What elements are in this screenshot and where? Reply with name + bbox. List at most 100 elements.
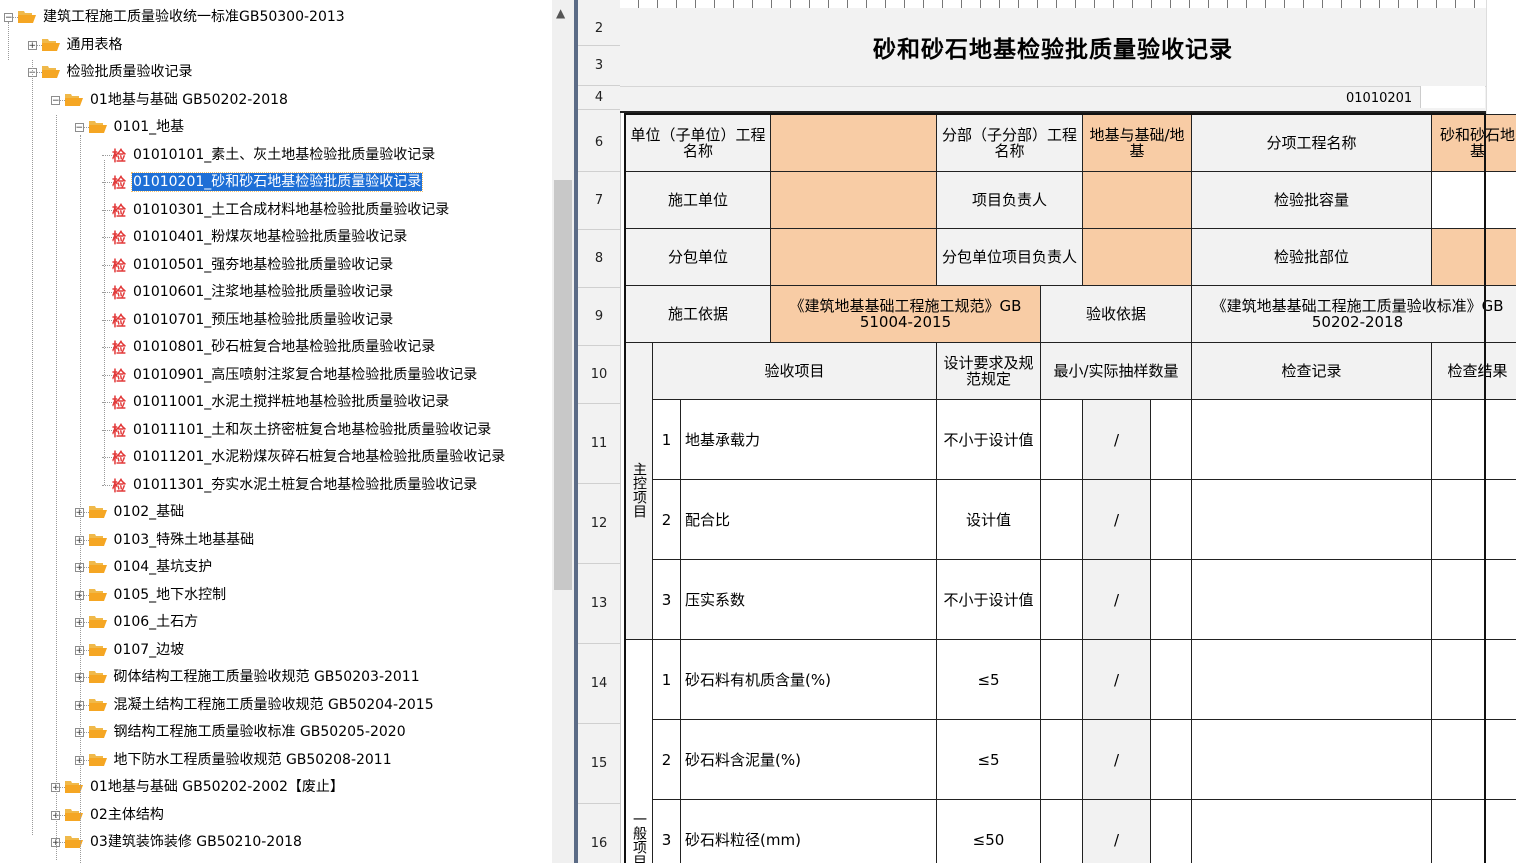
actual-sample-cell[interactable] bbox=[1150, 639, 1193, 720]
actual-sample-cell[interactable] bbox=[1150, 559, 1193, 640]
tree-item-label[interactable]: 混凝土结构工程施工质量验收规范 GB50204-2015 bbox=[113, 696, 435, 714]
collapse-icon[interactable]: − bbox=[4, 13, 13, 23]
expand-icon[interactable]: + bbox=[74, 755, 84, 765]
tree-item-folder[interactable]: + 地下防水工程质量验收规范 GB50208-2011 bbox=[0, 749, 552, 771]
subcontractor-cell[interactable] bbox=[770, 228, 937, 286]
tree-item-label[interactable]: 01010201_砂和砂石地基检验批质量验收记录 bbox=[130, 172, 424, 192]
tree-item-label[interactable]: 01010301_土工合成材料地基检验批质量验收记录 bbox=[132, 201, 450, 219]
min-sample-cell[interactable] bbox=[1039, 719, 1084, 800]
tree-item-folder[interactable]: +02主体结构 bbox=[0, 804, 552, 826]
code-input-cell[interactable] bbox=[1420, 86, 1485, 108]
row-number[interactable]: 16 bbox=[578, 804, 620, 863]
record-cell[interactable] bbox=[1191, 639, 1433, 720]
tree-item-form[interactable]: 检 01011101_土和灰土挤密桩复合地基检验批质量验收记录 bbox=[0, 419, 552, 441]
tree-item-label[interactable]: 01010701_预压地基检验批质量验收记录 bbox=[132, 311, 394, 329]
tree-item-label[interactable]: 0101_地基 bbox=[113, 118, 186, 136]
tree-item-folder[interactable]: − 0101_地基 bbox=[0, 116, 552, 138]
expand-icon[interactable]: + bbox=[74, 618, 84, 628]
tree-item-label[interactable]: 建筑工程施工质量验收统一标准GB50300-2013 bbox=[42, 8, 346, 26]
tree-item-folder[interactable]: + 混凝土结构工程施工质量验收规范 GB50204-2015 bbox=[0, 694, 552, 716]
row-number[interactable]: 9 bbox=[578, 288, 620, 346]
tree-item-label[interactable]: 01地基与基础 GB50202-2018 bbox=[89, 91, 289, 109]
tree-item-label[interactable]: 01011301_夯实水泥土桩复合地基检验批质量验收记录 bbox=[132, 476, 478, 494]
expand-icon[interactable]: + bbox=[74, 728, 84, 738]
record-cell[interactable] bbox=[1191, 399, 1433, 480]
tree-item-folder[interactable]: +0103_特殊土地基基础 bbox=[0, 529, 552, 551]
tree-item-label[interactable]: 01010601_注浆地基检验批质量验收记录 bbox=[132, 283, 394, 301]
batch-capacity-cell[interactable] bbox=[1431, 171, 1516, 229]
row-number[interactable]: 11 bbox=[578, 404, 620, 484]
min-sample-cell[interactable] bbox=[1039, 639, 1084, 720]
tree-item-label[interactable]: 01010801_砂石桩复合地基检验批质量验收记录 bbox=[132, 338, 436, 356]
min-sample-cell[interactable] bbox=[1039, 799, 1084, 863]
row-number[interactable]: 7 bbox=[578, 172, 620, 230]
unit-name-cell[interactable] bbox=[770, 114, 937, 172]
expand-icon[interactable]: + bbox=[27, 40, 37, 50]
expand-icon[interactable]: + bbox=[74, 700, 84, 710]
tree-item-label[interactable]: 砌体结构工程施工质量验收规范 GB50203-2011 bbox=[113, 668, 421, 686]
result-cell[interactable] bbox=[1431, 799, 1516, 863]
tree-item-form[interactable]: 检 01011001_水泥土搅拌桩地基检验批质量验收记录 bbox=[0, 391, 552, 413]
tree-item-label[interactable]: 钢结构工程施工质量验收标准 GB50205-2020 bbox=[113, 723, 407, 741]
tree-item-folder[interactable]: +01地基与基础 GB50202-2002【废止】 bbox=[0, 776, 552, 798]
tree-item-label[interactable]: 03建筑装饰装修 GB50210-2018 bbox=[89, 833, 303, 851]
min-sample-cell[interactable] bbox=[1039, 479, 1084, 560]
tree-item-label[interactable]: 02主体结构 bbox=[89, 806, 165, 824]
tree-item-label[interactable]: 0106_土石方 bbox=[113, 613, 200, 631]
subitem-value[interactable]: 砂和砂石地基 bbox=[1431, 114, 1516, 172]
batch-location-cell[interactable] bbox=[1431, 228, 1516, 286]
expand-icon[interactable]: + bbox=[74, 563, 84, 573]
result-cell[interactable] bbox=[1431, 559, 1516, 640]
collapse-icon[interactable]: − bbox=[51, 95, 60, 105]
result-cell[interactable] bbox=[1431, 639, 1516, 720]
tree-item-label[interactable]: 01011101_土和灰土挤密桩复合地基检验批质量验收记录 bbox=[132, 421, 492, 439]
expand-icon[interactable]: + bbox=[74, 590, 84, 600]
tree-item-folder[interactable]: +03建筑装饰装修 GB50210-2018 bbox=[0, 831, 552, 853]
tree-item-form[interactable]: 检 01010101_素土、灰土地基检验批质量验收记录 bbox=[0, 144, 552, 166]
tree-item-folder[interactable]: + 砌体结构工程施工质量验收规范 GB50203-2011 bbox=[0, 666, 552, 688]
tree-item-folder[interactable]: +0107_边坡 bbox=[0, 639, 552, 661]
row-number[interactable]: 10 bbox=[578, 346, 620, 404]
tree-item-form[interactable]: 检 01010801_砂石桩复合地基检验批质量验收记录 bbox=[0, 336, 552, 358]
min-sample-cell[interactable] bbox=[1039, 399, 1084, 480]
row-number[interactable]: 12 bbox=[578, 484, 620, 564]
tree-item-form[interactable]: 检 01010701_预压地基检验批质量验收记录 bbox=[0, 309, 552, 331]
tree-item-folder[interactable]: +0105_地下水控制 bbox=[0, 584, 552, 606]
row-number[interactable]: 4 bbox=[578, 86, 620, 110]
tree-item-form[interactable]: 检 01010601_注浆地基检验批质量验收记录 bbox=[0, 281, 552, 303]
scroll-thumb[interactable] bbox=[554, 180, 572, 590]
tree-item-form[interactable]: 检 01010501_强夯地基检验批质量验收记录 bbox=[0, 254, 552, 276]
result-cell[interactable] bbox=[1431, 399, 1516, 480]
tree-item-label[interactable]: 0104_基坑支护 bbox=[113, 558, 214, 576]
min-sample-cell[interactable] bbox=[1039, 559, 1084, 640]
tree-item-folder[interactable]: − 检验批质量验收记录 bbox=[0, 61, 552, 83]
row-number[interactable]: 14 bbox=[578, 644, 620, 724]
expand-icon[interactable]: + bbox=[74, 645, 84, 655]
tree-item-label[interactable]: 通用表格 bbox=[66, 36, 124, 54]
contractor-cell[interactable] bbox=[770, 171, 937, 229]
tree-item-folder[interactable]: + 通用表格 bbox=[0, 34, 552, 56]
row-number[interactable]: 13 bbox=[578, 564, 620, 644]
row-number[interactable]: 3 bbox=[578, 46, 620, 86]
tree-item-label[interactable]: 检验批质量验收记录 bbox=[66, 63, 194, 81]
tree-item-label[interactable]: 0105_地下水控制 bbox=[113, 586, 228, 604]
row-number[interactable]: 6 bbox=[578, 114, 620, 172]
tree-item-label[interactable]: 01010401_粉煤灰地基检验批质量验收记录 bbox=[132, 228, 408, 246]
tree-item-folder[interactable]: +0104_基坑支护 bbox=[0, 556, 552, 578]
expand-icon[interactable]: + bbox=[74, 673, 84, 683]
division-value[interactable]: 地基与基础/地基 bbox=[1082, 114, 1193, 172]
row-number[interactable]: 2 bbox=[578, 12, 620, 46]
tree-item-form[interactable]: 检 01011201_水泥粉煤灰碎石桩复合地基检验批质量验收记录 bbox=[0, 446, 552, 468]
record-cell[interactable] bbox=[1191, 479, 1433, 560]
tree-item-label[interactable]: 地下防水工程质量验收规范 GB50208-2011 bbox=[113, 751, 393, 769]
tree-item-folder[interactable]: +0102_基础 bbox=[0, 501, 552, 523]
tree-item-form[interactable]: 检 01010201_砂和砂石地基检验批质量验收记录 bbox=[0, 171, 552, 193]
result-cell[interactable] bbox=[1431, 479, 1516, 560]
tree-item-label[interactable]: 01010101_素土、灰土地基检验批质量验收记录 bbox=[132, 146, 436, 164]
tree-item-label[interactable]: 01010501_强夯地基检验批质量验收记录 bbox=[132, 256, 394, 274]
tree-item-label[interactable]: 01010901_高压喷射注浆复合地基检验批质量验收记录 bbox=[132, 366, 478, 384]
actual-sample-cell[interactable] bbox=[1150, 719, 1193, 800]
record-cell[interactable] bbox=[1191, 799, 1433, 863]
tree-item-label[interactable]: 01地基与基础 GB50202-2002【废止】 bbox=[89, 778, 345, 796]
actual-sample-cell[interactable] bbox=[1150, 799, 1193, 863]
